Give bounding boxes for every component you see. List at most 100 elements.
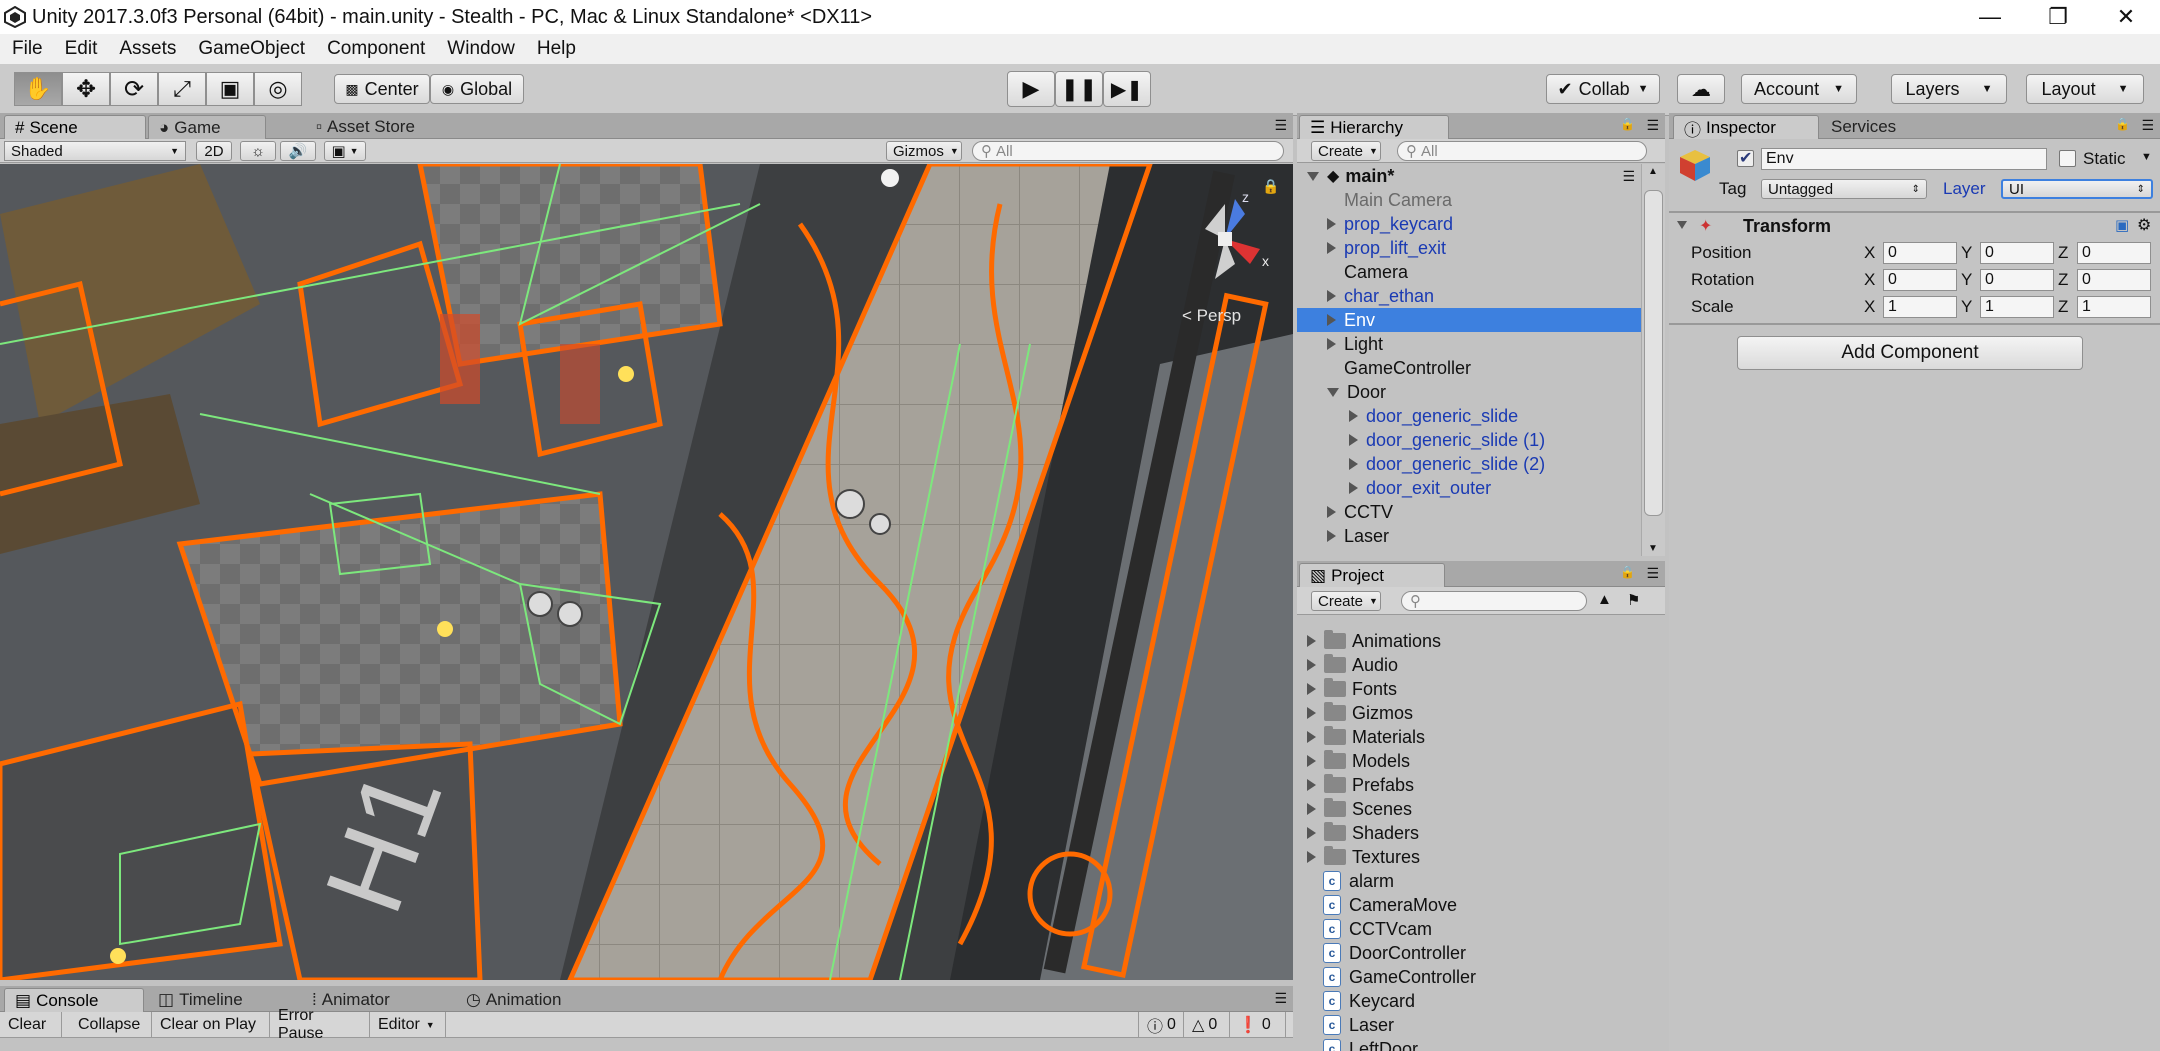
gizmos-dropdown[interactable]: Gizmos ▼	[886, 141, 962, 161]
tab-scene[interactable]: # Scene	[4, 115, 146, 140]
project-folder[interactable]: Animations	[1297, 629, 1441, 653]
project-folder[interactable]: Prefabs	[1297, 773, 1414, 797]
expand-arrow-icon[interactable]	[1307, 827, 1316, 839]
expand-arrow-icon[interactable]	[1349, 434, 1358, 446]
scroll-down-icon[interactable]: ▼	[1648, 543, 1658, 554]
foldout-arrow-icon[interactable]	[1677, 221, 1687, 229]
static-checkbox[interactable]	[2059, 150, 2076, 167]
menu-assets[interactable]: Assets	[107, 38, 186, 60]
expand-arrow-icon[interactable]	[1327, 338, 1336, 350]
lock-icon[interactable]: 🔒	[2115, 117, 2130, 131]
filter-by-label-icon[interactable]: ⚑	[1627, 591, 1640, 609]
project-script[interactable]: c Laser	[1297, 1013, 1394, 1037]
panel-menu-icon[interactable]: ☰	[1646, 565, 1659, 582]
expand-arrow-icon[interactable]	[1327, 242, 1336, 254]
expand-arrow-icon[interactable]	[1327, 506, 1336, 518]
project-folder[interactable]: Textures	[1297, 845, 1420, 869]
expand-arrow-icon[interactable]	[1307, 683, 1316, 695]
hierarchy-scrollbar[interactable]: ▲ ▼	[1641, 164, 1665, 556]
console-collapse-toggle[interactable]: Collapse	[70, 1012, 152, 1038]
layer-dropdown[interactable]: UI ⇕	[2001, 179, 2153, 199]
expand-arrow-icon[interactable]	[1327, 530, 1336, 542]
panel-menu-icon[interactable]: ☰	[2141, 117, 2154, 134]
minimize-button[interactable]: —	[1956, 0, 2024, 34]
hierarchy-item[interactable]: Laser	[1297, 524, 1641, 548]
close-button[interactable]: ✕	[2092, 0, 2160, 34]
filter-by-type-icon[interactable]: ▲	[1597, 591, 1612, 608]
menu-window[interactable]: Window	[435, 38, 525, 60]
2d-toggle[interactable]: 2D	[196, 141, 232, 161]
tab-game[interactable]: ◕ Game	[148, 115, 266, 139]
project-folder[interactable]: Materials	[1297, 725, 1425, 749]
hierarchy-item[interactable]: CCTV	[1297, 500, 1641, 524]
pause-button[interactable]: ❚❚	[1055, 71, 1103, 107]
transform-rotation-z-field[interactable]: 0	[2077, 269, 2151, 291]
cloud-button[interactable]: ☁	[1677, 74, 1725, 104]
lock-icon[interactable]: 🔒	[1262, 178, 1279, 195]
layers-dropdown[interactable]: Layers ▼	[1891, 74, 2007, 104]
tab-inspector[interactable]: ⓘ Inspector	[1673, 115, 1819, 140]
space-global-toggle[interactable]: ◉ Global	[430, 74, 524, 104]
account-dropdown[interactable]: Account ▼	[1741, 74, 1857, 104]
expand-arrow-icon[interactable]	[1327, 290, 1336, 302]
tab-console[interactable]: ▤ Console	[4, 988, 144, 1013]
move-tool-button[interactable]: ✥	[62, 72, 110, 106]
transform-position-z-field[interactable]: 0	[2077, 242, 2151, 264]
expand-arrow-icon[interactable]	[1349, 410, 1358, 422]
hand-tool-button[interactable]: ✋	[14, 72, 62, 106]
chevron-down-icon[interactable]: ▼	[2141, 151, 2152, 163]
project-script[interactable]: c Keycard	[1297, 989, 1415, 1013]
tab-timeline[interactable]: ◫ Timeline	[148, 988, 288, 1012]
transform-position-y-field[interactable]: 0	[1980, 242, 2054, 264]
panel-menu-icon[interactable]: ☰	[1274, 117, 1287, 134]
scene-view[interactable]: H1 z x < Persp 🔒	[0, 164, 1293, 980]
transform-scale-x-field[interactable]: 1	[1883, 296, 1957, 318]
hierarchy-item[interactable]: prop_lift_exit	[1297, 236, 1641, 260]
hierarchy-item[interactable]: prop_keycard	[1297, 212, 1641, 236]
view-orientation-gizmo[interactable]: z x	[1170, 184, 1280, 294]
expand-arrow-icon[interactable]	[1307, 707, 1316, 719]
expand-arrow-icon[interactable]	[1307, 779, 1316, 791]
expand-arrow-icon[interactable]	[1349, 458, 1358, 470]
scroll-up-icon[interactable]: ▲	[1648, 166, 1658, 177]
expand-arrow-icon[interactable]	[1307, 755, 1316, 767]
rotate-tool-button[interactable]: ⟳	[110, 72, 158, 106]
hierarchy-item[interactable]: Main Camera	[1297, 188, 1641, 212]
transform-scale-y-field[interactable]: 1	[1980, 296, 2054, 318]
hierarchy-item[interactable]: char_ethan	[1297, 284, 1641, 308]
pivot-center-toggle[interactable]: ▩ Center	[334, 74, 430, 104]
hierarchy-scroll-thumb[interactable]	[1644, 190, 1663, 516]
transform-rotation-x-field[interactable]: 0	[1883, 269, 1957, 291]
panel-menu-icon[interactable]: ☰	[1274, 990, 1287, 1007]
tab-animation[interactable]: ◷ Animation	[456, 988, 616, 1012]
scene-search-input[interactable]: ⚲ All	[972, 141, 1284, 161]
project-folder[interactable]: Shaders	[1297, 821, 1419, 845]
project-script[interactable]: c CCTVcam	[1297, 917, 1432, 941]
hierarchy-search-input[interactable]: ⚲ All	[1397, 141, 1647, 161]
hierarchy-item[interactable]: door_generic_slide (2)	[1297, 452, 1641, 476]
lock-icon[interactable]: 🔒	[1620, 117, 1635, 131]
expand-arrow-icon[interactable]	[1327, 218, 1336, 230]
tab-project[interactable]: ▧ Project	[1299, 563, 1445, 588]
expand-arrow-icon[interactable]	[1307, 731, 1316, 743]
console-error-pause-toggle[interactable]: Error Pause	[270, 1007, 370, 1042]
expand-arrow-icon[interactable]	[1307, 803, 1316, 815]
project-script[interactable]: c CameraMove	[1297, 893, 1457, 917]
project-script[interactable]: c alarm	[1297, 869, 1394, 893]
menu-file[interactable]: File	[0, 38, 53, 60]
transform-rotation-y-field[interactable]: 0	[1980, 269, 2054, 291]
hierarchy-item[interactable]: Camera	[1297, 260, 1641, 284]
tab-services[interactable]: Services	[1821, 115, 1941, 139]
menu-component[interactable]: Component	[315, 38, 435, 60]
step-button[interactable]: ▶❚	[1103, 71, 1151, 107]
console-warning-toggle[interactable]: △ 0	[1184, 1012, 1230, 1038]
hierarchy-item[interactable]: door_generic_slide (1)	[1297, 428, 1641, 452]
project-folder[interactable]: Audio	[1297, 653, 1398, 677]
project-script[interactable]: c DoorController	[1297, 941, 1466, 965]
expand-arrow-icon[interactable]	[1327, 387, 1339, 397]
project-search-input[interactable]: ⚲	[1401, 591, 1587, 611]
layout-dropdown[interactable]: Layout ▼	[2026, 74, 2144, 104]
hierarchy-item[interactable]: Door	[1297, 380, 1641, 404]
project-create-dropdown[interactable]: Create ▼	[1311, 591, 1381, 611]
expand-arrow-icon[interactable]	[1307, 171, 1319, 181]
